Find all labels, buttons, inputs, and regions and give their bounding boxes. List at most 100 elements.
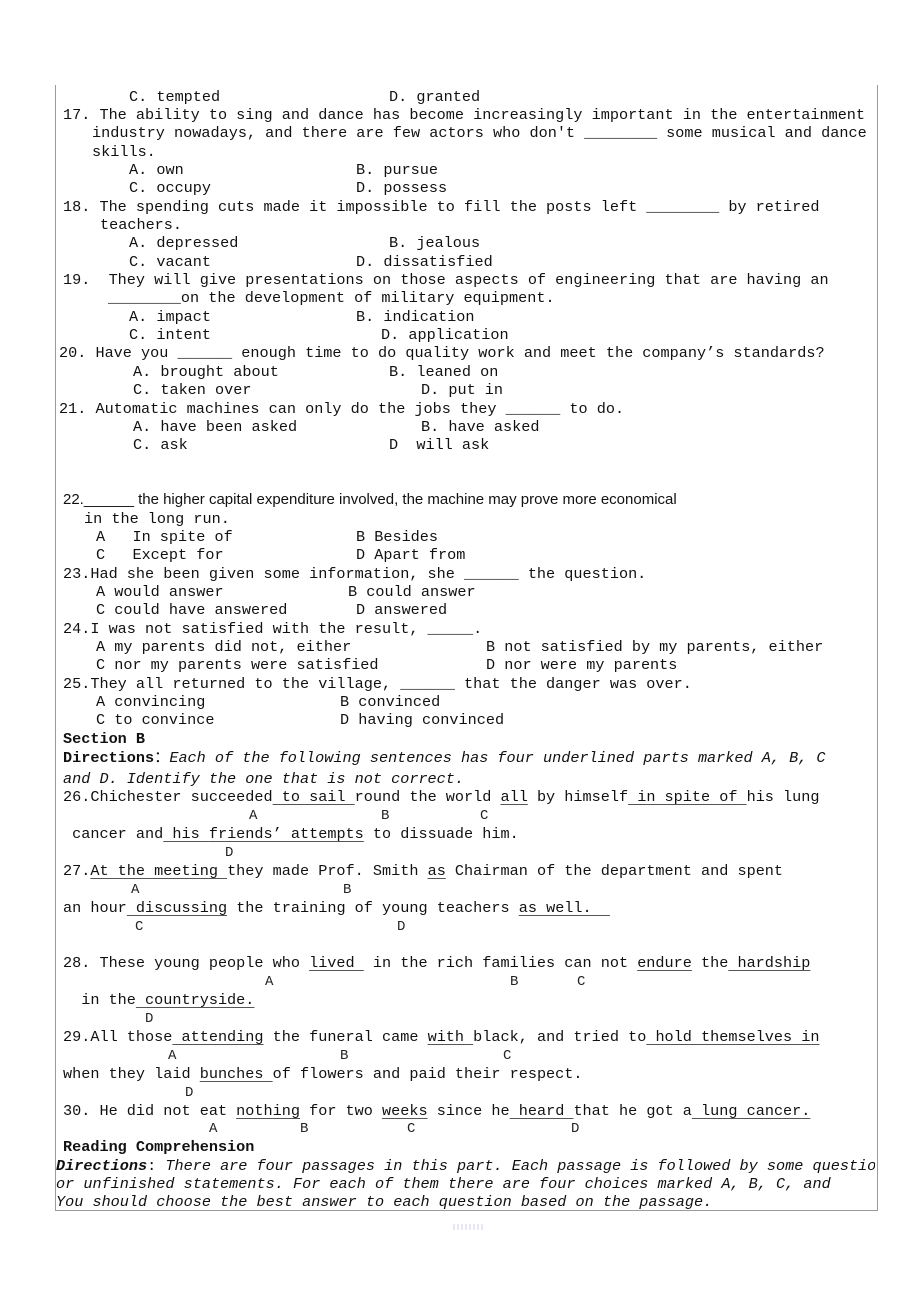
q18-option-d: D. dissatisfied — [356, 253, 493, 271]
q30-label-d: D — [571, 1121, 580, 1137]
section-b-directions-colon: ： — [154, 749, 170, 767]
reading-directions-line1: Directions: There are four passages in t… — [56, 1157, 875, 1175]
q22-stem-line2: in the long run. — [84, 510, 230, 528]
q29-label-c: C — [503, 1048, 512, 1064]
q17-stem-line3: skills. — [92, 143, 156, 161]
q27-part-d: as well. — [518, 899, 610, 917]
q19-option-d: D. application — [381, 326, 509, 344]
reading-directions-label: Directions — [56, 1157, 148, 1175]
reading-directions-line2: or unfinished statements. For each of th… — [56, 1175, 831, 1193]
q29-line2: when they laid bunches of flowers and pa… — [63, 1065, 583, 1083]
q19-option-a: A. impact — [129, 308, 212, 326]
q16-option-d: D. granted — [389, 88, 481, 106]
q30-part-b: weeks — [382, 1102, 428, 1120]
q18-stem-line2: teachers. — [100, 216, 183, 234]
q27-label-d: D — [397, 919, 406, 935]
q19-option-b: B. indication — [356, 308, 475, 326]
q18-option-b: B. jealous — [389, 234, 481, 252]
q26-label-d: D — [225, 845, 234, 861]
page-footer-mark — [453, 1224, 485, 1230]
q28-label-b: B — [510, 974, 519, 990]
q22-option-b: B Besides — [356, 528, 439, 546]
q26-line2: cancer and his friends’ attempts to diss… — [63, 825, 519, 843]
q28-text: in the rich families can not — [363, 954, 638, 972]
q26-text: by himself — [527, 788, 629, 806]
q26-label-b: B — [381, 808, 390, 824]
q22-option-c: C Except for — [96, 546, 224, 564]
q28-part-b: endure — [637, 954, 692, 972]
q24-option-d: D nor were my parents — [486, 656, 678, 674]
section-b-directions-label: Directions — [63, 749, 155, 767]
q28-part-a: lived — [309, 954, 364, 972]
q27-text: an hour — [63, 899, 127, 917]
q30-part-d: lung cancer. — [691, 1102, 811, 1120]
q19-stem-line2: ________on the development of military e… — [108, 289, 555, 307]
q26-part-c: in spite of — [628, 788, 747, 806]
q20-option-a: A. brought about — [133, 363, 279, 381]
q25-option-a: A convincing — [96, 693, 206, 711]
q29-label-b: B — [340, 1048, 349, 1064]
q29-text: 29.All those — [63, 1028, 173, 1046]
q17-option-b: B. pursue — [356, 161, 439, 179]
q27-line1: 27.At the meeting they made Prof. Smith … — [63, 862, 783, 880]
q25-option-d: D having convinced — [340, 711, 505, 729]
q20-option-b: B. leaned on — [389, 363, 499, 381]
q29-part-d: bunches — [199, 1065, 273, 1083]
q17-option-d: D. possess — [356, 179, 448, 197]
q16-option-c: C. tempted — [129, 88, 221, 106]
q18-option-a: A. depressed — [129, 234, 239, 252]
q27-text: Chairman of the department and spent — [445, 862, 784, 880]
q17-stem-line1: 17. The ability to sing and dance has be… — [63, 106, 866, 124]
q29-text: when they laid — [63, 1065, 200, 1083]
q26-line1: 26.Chichester succeeded to sail round th… — [63, 788, 820, 806]
q24-option-b: B not satisfied by my parents, either — [486, 638, 824, 656]
q30-text: since he — [427, 1102, 510, 1120]
q30-label-c: C — [407, 1121, 416, 1137]
q30-line1: 30. He did not eat nothing for two weeks… — [63, 1102, 810, 1120]
q30-label-a: A — [209, 1121, 218, 1137]
q26-part-d2: friends’ attempts — [208, 825, 364, 843]
q26-text: to dissuade him. — [363, 825, 519, 843]
q30-label-b: B — [300, 1121, 309, 1137]
q28-part-d: countryside. — [135, 991, 255, 1009]
q27-label-c: C — [135, 919, 144, 935]
q27-label-b: B — [343, 882, 352, 898]
q17-option-c: C. occupy — [129, 179, 212, 197]
q17-stem-line2: industry nowadays, and there are few act… — [92, 124, 867, 142]
q27-part-a: At the meeting — [90, 862, 228, 880]
q26-label-c: C — [480, 808, 489, 824]
q21-option-d: D will ask — [389, 436, 490, 454]
q25-option-b: B convinced — [340, 693, 441, 711]
q26-part-b: all — [500, 788, 528, 806]
q24-stem-line1: 24.I was not satisfied with the result, … — [63, 620, 483, 638]
q22-option-a: A In spite of — [96, 528, 233, 546]
q25-stem-line1: 25.They all returned to the village, ___… — [63, 675, 692, 693]
q17-option-a: A. own — [129, 161, 184, 179]
q27-text: the training of young teachers — [227, 899, 519, 917]
q24-option-a: A my parents did not, either — [96, 638, 352, 656]
section-b-directions-text1: Each of the following sentences has four… — [169, 749, 826, 767]
q22-stem-line1: 22.______ the higher capital expenditure… — [63, 491, 677, 508]
q20-stem-line1: 20. Have you ______ enough time to do qu… — [59, 344, 825, 362]
q22-option-d: D Apart from — [356, 546, 466, 564]
q30-text: for two — [299, 1102, 383, 1120]
q28-part-c: hardship — [728, 954, 811, 972]
q29-text: black, and tried to — [473, 1028, 647, 1046]
q20-option-d: D. put in — [421, 381, 504, 399]
q28-line1: 28. These young people who lived in the … — [63, 954, 810, 972]
q26-text: cancer and — [63, 825, 164, 843]
q23-option-c: C could have answered — [96, 601, 288, 619]
q28-text: in the — [63, 991, 136, 1009]
q29-label-a: A — [168, 1048, 177, 1064]
q19-stem-line1: 19. They will give presentations on thos… — [63, 271, 829, 289]
q21-option-a: A. have been asked — [133, 418, 298, 436]
q29-part-b: with — [427, 1028, 474, 1046]
q30-text: that he got a — [573, 1102, 692, 1120]
q26-text: 26.Chichester succeeded — [63, 788, 273, 806]
q28-label-a: A — [265, 974, 274, 990]
reading-heading: Reading Comprehension — [63, 1138, 255, 1156]
q27-text: 27. — [63, 862, 91, 880]
q28-label-d: D — [145, 1011, 154, 1027]
q28-text: 28. These young people who — [63, 954, 310, 972]
q26-part-a: to sail — [272, 788, 355, 806]
